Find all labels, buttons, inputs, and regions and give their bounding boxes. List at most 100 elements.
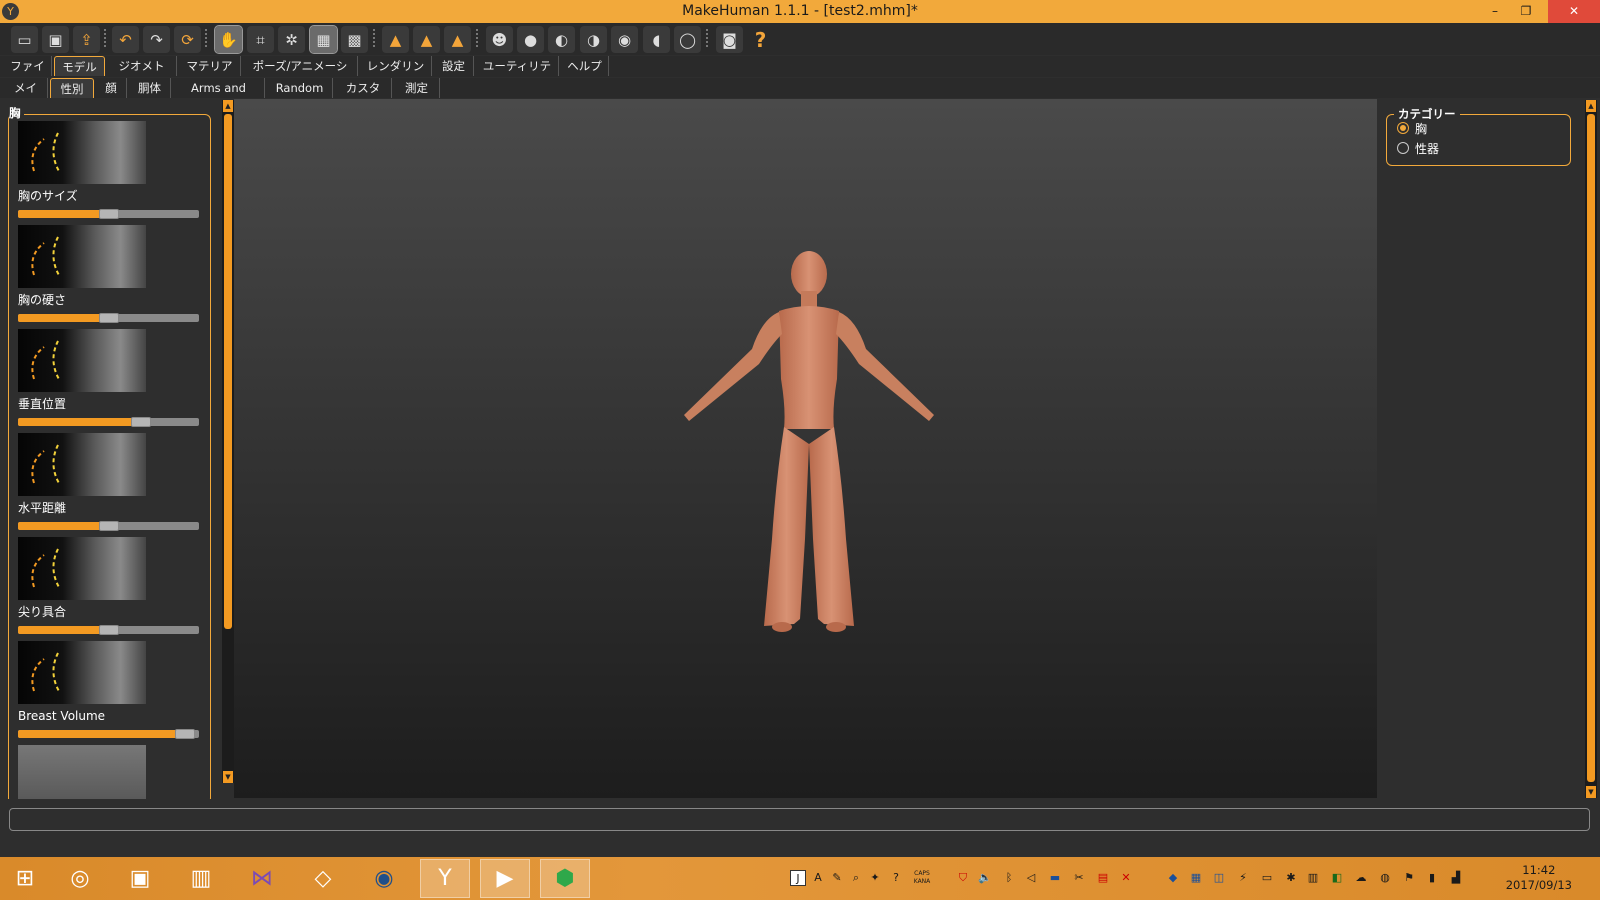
tab-help[interactable]: ヘルプ: [561, 56, 609, 76]
right-scrollbar[interactable]: ▲ ▼: [1585, 100, 1597, 798]
background-icon[interactable]: ▩: [341, 26, 368, 53]
nvidia-icon[interactable]: ◧: [1329, 870, 1345, 886]
makehuman-icon[interactable]: Y: [420, 859, 470, 898]
cloud-icon[interactable]: ☁: [1353, 870, 1369, 886]
tab-custom[interactable]: カスタム: [335, 78, 392, 115]
tab-material[interactable]: マテリアル: [179, 56, 241, 93]
back-view-icon[interactable]: ▲: [444, 26, 471, 53]
ime-help-icon[interactable]: ?: [888, 870, 904, 886]
slider-handle[interactable]: [99, 313, 119, 323]
slider-handle[interactable]: [131, 417, 151, 427]
bluetooth-device-icon[interactable]: ✱: [1283, 870, 1299, 886]
power-icon[interactable]: ⚡: [1235, 870, 1251, 886]
signal-icon[interactable]: ▟: [1448, 870, 1464, 886]
pose-icon[interactable]: ✲: [278, 26, 305, 53]
slider-handle[interactable]: [99, 521, 119, 531]
3d-viewport[interactable]: [234, 99, 1377, 798]
wireframe-icon[interactable]: ⌗: [247, 26, 274, 53]
slider-handle[interactable]: [99, 625, 119, 635]
tab-utilities[interactable]: ユーティリティ: [476, 56, 559, 93]
display-icon[interactable]: ▭: [1259, 870, 1275, 886]
scroll-down-arrow[interactable]: ▼: [1586, 786, 1596, 798]
scroll-down-arrow[interactable]: ▼: [223, 771, 233, 783]
sync-icon[interactable]: ◫: [1211, 870, 1227, 886]
scroll-up-arrow[interactable]: ▲: [223, 100, 233, 112]
tab-gender[interactable]: 性別: [50, 78, 94, 98]
chat-icon[interactable]: ▬: [1047, 870, 1063, 886]
ime-dictionary-icon[interactable]: ⌕: [848, 870, 864, 886]
globe-icon[interactable]: ◍: [1377, 870, 1393, 886]
volume-icon[interactable]: 🔈: [977, 870, 993, 886]
slider-track[interactable]: [18, 313, 199, 323]
redo-icon[interactable]: ↷: [143, 26, 170, 53]
speaker-icon[interactable]: ◁: [1023, 870, 1039, 886]
smooth-icon[interactable]: ✋: [214, 25, 243, 54]
tab-pose-animation[interactable]: ポーズ/アニメーション: [243, 56, 358, 93]
tab-file[interactable]: ファイル: [4, 56, 52, 93]
radio-selected-icon[interactable]: [1397, 122, 1409, 134]
head-icon[interactable]: ●: [517, 26, 544, 53]
slider-track[interactable]: [18, 625, 199, 635]
tab-geometry[interactable]: ジオメトリー: [107, 56, 177, 93]
slider-track[interactable]: [18, 521, 199, 531]
slider-track[interactable]: [18, 417, 199, 427]
face-icon[interactable]: ☻: [486, 26, 513, 53]
top-view-icon[interactable]: ◉: [611, 26, 638, 53]
tab-settings[interactable]: 設定: [434, 56, 474, 76]
battery-icon[interactable]: ▮: [1424, 870, 1440, 886]
ime-input-icon[interactable]: A: [810, 870, 826, 886]
flag-icon[interactable]: ⚑: [1401, 870, 1417, 886]
screenshot-icon[interactable]: ◙: [716, 26, 743, 53]
clock[interactable]: 11:42 2017/09/13: [1506, 863, 1572, 893]
close-button[interactable]: ✕: [1548, 0, 1600, 23]
ime-mode-icon[interactable]: J: [790, 870, 806, 886]
slider-track[interactable]: [18, 729, 199, 739]
tab-model[interactable]: モデル: [54, 56, 105, 76]
makehuman-logo-icon[interactable]: Y: [2, 3, 19, 20]
right-view-icon[interactable]: ◑: [580, 26, 607, 53]
left-scrollbar[interactable]: ▲ ▼: [222, 100, 234, 783]
security-icon[interactable]: ⛉: [955, 870, 971, 886]
visual-studio-icon[interactable]: ⋈: [237, 859, 287, 898]
category-option-genitals[interactable]: 性器: [1397, 140, 1439, 156]
ime-tools-icon[interactable]: ✦: [867, 870, 883, 886]
reset-camera-icon[interactable]: ◯: [674, 26, 701, 53]
undo-icon[interactable]: ↶: [112, 26, 139, 53]
minimize-button[interactable]: –: [1480, 0, 1510, 23]
network-error-icon[interactable]: ✕: [1118, 870, 1134, 886]
bottom-view-icon[interactable]: ◖: [643, 26, 670, 53]
tab-torso[interactable]: 胴体: [129, 78, 171, 98]
grid-icon[interactable]: ▦: [309, 25, 338, 54]
tab-random[interactable]: Random: [267, 78, 333, 98]
slider-track[interactable]: [18, 209, 199, 219]
export-icon[interactable]: ⇪: [73, 26, 100, 53]
tab-face[interactable]: 顔: [96, 78, 127, 98]
restore-button[interactable]: ❐: [1511, 0, 1541, 23]
pdf-icon[interactable]: ▤: [1095, 870, 1111, 886]
category-option-breast[interactable]: 胸: [1397, 120, 1427, 136]
tab-arms-and-legs[interactable]: Arms and legs: [173, 78, 265, 115]
tab-main[interactable]: メイン: [4, 78, 48, 115]
side-view-icon[interactable]: ▲: [413, 26, 440, 53]
speaker-app-icon[interactable]: ◎: [55, 859, 105, 898]
human-model[interactable]: [234, 99, 1377, 798]
chart-icon[interactable]: ▥: [1305, 870, 1321, 886]
tools-icon[interactable]: ✂: [1071, 870, 1087, 886]
shield-icon[interactable]: ◆: [1165, 870, 1181, 886]
help-icon[interactable]: ?: [747, 26, 774, 53]
front-view-icon[interactable]: ▲: [382, 26, 409, 53]
ime-tool-icon[interactable]: ✎: [829, 870, 845, 886]
scroll-thumb[interactable]: [224, 114, 232, 629]
unity-icon[interactable]: ◇: [298, 859, 348, 898]
scroll-up-arrow[interactable]: ▲: [1586, 100, 1596, 112]
save-icon[interactable]: ▣: [42, 26, 69, 53]
left-view-icon[interactable]: ◐: [548, 26, 575, 53]
network-icon[interactable]: ▦: [1188, 870, 1204, 886]
reset-icon[interactable]: ⟳: [174, 26, 201, 53]
scroll-thumb[interactable]: [1587, 114, 1595, 782]
hwp-app-icon[interactable]: ▥: [176, 859, 226, 898]
radio-unselected-icon[interactable]: [1397, 142, 1409, 154]
tab-measure[interactable]: 測定: [394, 78, 440, 98]
blender-icon[interactable]: ◉: [359, 859, 409, 898]
green-app-icon[interactable]: ⬢: [540, 859, 590, 898]
